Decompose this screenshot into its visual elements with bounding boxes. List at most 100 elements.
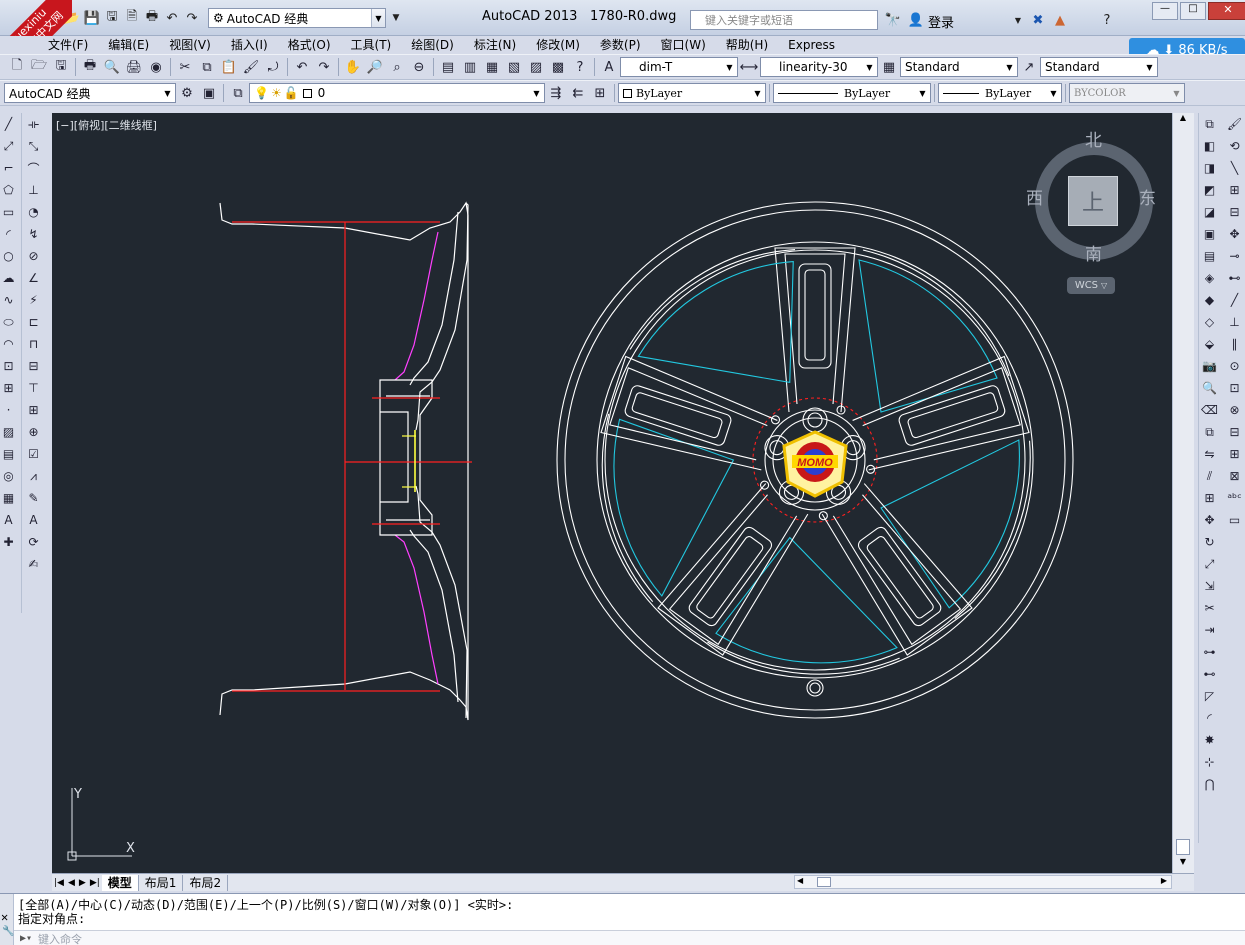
pan-icon[interactable]: ✋ [343,57,363,77]
erase-icon[interactable]: ⌫ [1201,401,1219,419]
explode-icon[interactable]: ✸ [1201,731,1219,749]
spline-icon[interactable]: ∿ [0,291,18,309]
scale-icon[interactable]: ⤢ [1201,555,1219,573]
dim-text-edit-icon[interactable]: A [25,511,43,529]
aligned-dim-icon[interactable]: ⤡ [25,137,43,155]
gradient-icon[interactable]: ▤ [0,445,18,463]
abc-icon[interactable]: ᵃᵇᶜ [1226,489,1244,507]
save-icon[interactable]: 💾 [82,8,102,28]
lineweight-select[interactable]: ByLayer ▼ [938,83,1062,103]
arc-icon[interactable]: ◜ [0,225,18,243]
viewcube-north[interactable]: 北 [1085,126,1102,151]
named-views-icon[interactable]: ⧉ [1201,115,1219,133]
object-snap-icon[interactable]: ⊸ [1226,247,1244,265]
maximize-button[interactable]: □ [1180,2,1206,20]
pan-3d-icon[interactable]: ✥ [1226,225,1244,243]
help-icon[interactable]: ? [1097,10,1117,30]
layer-select[interactable]: 💡 ☀ 🔓 0 ▼ [249,83,545,103]
login-link[interactable]: 登录 [928,12,954,31]
help-icon[interactable]: ? [570,57,590,77]
continue-icon[interactable]: ⊓ [25,335,43,353]
layer-properties-icon[interactable]: ⧉ [228,83,248,103]
sw-iso-icon[interactable]: ◈ [1201,269,1219,287]
camera-icon[interactable]: 📷 [1201,357,1219,375]
close-button[interactable]: ✕ [1208,2,1245,20]
diameter-icon[interactable]: ⊘ [25,247,43,265]
close-icon[interactable]: ✕ [1,910,8,924]
extend-icon[interactable]: ⇥ [1201,621,1219,639]
snap-icon[interactable]: ⊹ [1201,753,1219,771]
insert-block-icon[interactable]: ⊡ [0,357,18,375]
copy-icon[interactable]: ⧉ [197,57,217,77]
markup-icon[interactable]: ▨ [526,57,546,77]
menu-parametric[interactable]: 参数(P) [590,36,651,54]
linear-dim-icon[interactable]: ⟛ [25,115,43,133]
publish-icon[interactable]: 🗎 [122,8,142,28]
plot-icon[interactable]: 🖶 [80,57,100,77]
search-input[interactable]: 键入关键字或短语 [690,10,878,30]
viewcube-west[interactable]: 西 [1026,184,1043,209]
undo-icon[interactable]: ↶ [292,57,312,77]
trim-icon[interactable]: ✂ [1201,599,1219,617]
viewcube-south[interactable]: 南 [1085,240,1102,265]
layer-previous-icon[interactable]: ⇇ [568,83,588,103]
scroll-down-icon[interactable]: ▼ [1176,857,1190,871]
node-icon[interactable]: ⊙ [1226,357,1244,375]
block-editor-icon[interactable]: ⤾ [263,57,283,77]
command-input[interactable]: ▶▾ 键入命令 [14,930,1245,945]
binoculars-icon[interactable]: 🔭 [883,10,903,30]
hatch-icon[interactable]: ▨ [0,423,18,441]
radius-icon[interactable]: ◔ [25,203,43,221]
dim-break-icon[interactable]: ⊤ [25,379,43,397]
menu-insert[interactable]: 插入(I) [221,36,278,54]
mirror-icon[interactable]: ⇋ [1201,445,1219,463]
dim-style-icon[interactable]: ⟷ [739,57,759,77]
back-view-icon[interactable]: ▤ [1201,247,1219,265]
sheet-set-icon[interactable]: ▧ [504,57,524,77]
3d-dwf-icon[interactable]: ◉ [146,57,166,77]
line-tool-icon[interactable]: ╲ [1226,159,1244,177]
dim-edit-icon[interactable]: ✎ [25,489,43,507]
menu-tools[interactable]: 工具(T) [341,36,402,54]
perpendicular-icon[interactable]: ⊥ [1226,313,1244,331]
menu-draw[interactable]: 绘图(D) [401,36,464,54]
multileader-style-icon[interactable]: ↗ [1019,57,1039,77]
diagonal-icon[interactable]: ╱ [1226,291,1244,309]
scroll-up-icon[interactable]: ▲ [1176,113,1190,127]
saveas-icon[interactable]: 🖫 [102,8,122,28]
table-style-select[interactable]: Standard ▼ [900,57,1018,77]
menu-express[interactable]: Express [778,36,845,54]
properties-icon[interactable]: ▤ [438,57,458,77]
nw-iso-icon[interactable]: ⬙ [1201,335,1219,353]
command-handle[interactable]: ✕ 🔧 [0,894,14,945]
insertion-icon[interactable]: ⊡ [1226,379,1244,397]
scroll-thumb[interactable] [1176,839,1190,855]
cut-icon[interactable]: ✂ [175,57,195,77]
horizontal-scrollbar[interactable]: ◀ ▶ [794,875,1172,889]
menu-window[interactable]: 窗口(W) [651,36,716,54]
mtext-icon[interactable]: A [0,511,18,529]
menu-help[interactable]: 帮助(H) [716,36,778,54]
layout-icon[interactable]: ⊟ [1226,423,1244,441]
tab-next-icon[interactable]: ▶ [77,878,88,888]
user-icon[interactable]: 👤 [906,10,926,30]
viewcube-east[interactable]: 东 [1139,184,1156,209]
baseline-icon[interactable]: ⊏ [25,313,43,331]
left-view-icon[interactable]: ◩ [1201,181,1219,199]
tab-prev-icon[interactable]: ◀ [66,878,77,888]
stretch-icon[interactable]: ⇲ [1201,577,1219,595]
tolerance-icon[interactable]: ⊞ [25,401,43,419]
chamfer-icon[interactable]: ◸ [1201,687,1219,705]
break-icon[interactable]: ⊶ [1201,643,1219,661]
grid-icon[interactable]: ⊞ [1226,181,1244,199]
customize-dropdown[interactable]: ▼ [386,8,406,28]
tab-last-icon[interactable]: ▶| [88,878,102,888]
brush-icon[interactable]: 🖌 [1226,115,1244,133]
viewcube-top-face[interactable]: 上 [1068,176,1118,226]
circle-icon[interactable]: ○ [0,247,18,265]
viewcube[interactable]: 北 南 西 东 上 WCS ▽ [1025,122,1165,302]
design-center-icon[interactable]: ▥ [460,57,480,77]
move-icon[interactable]: ✥ [1201,511,1219,529]
wcs-menu[interactable]: WCS ▽ [1067,277,1115,294]
polygon-icon[interactable]: ⬠ [0,181,18,199]
